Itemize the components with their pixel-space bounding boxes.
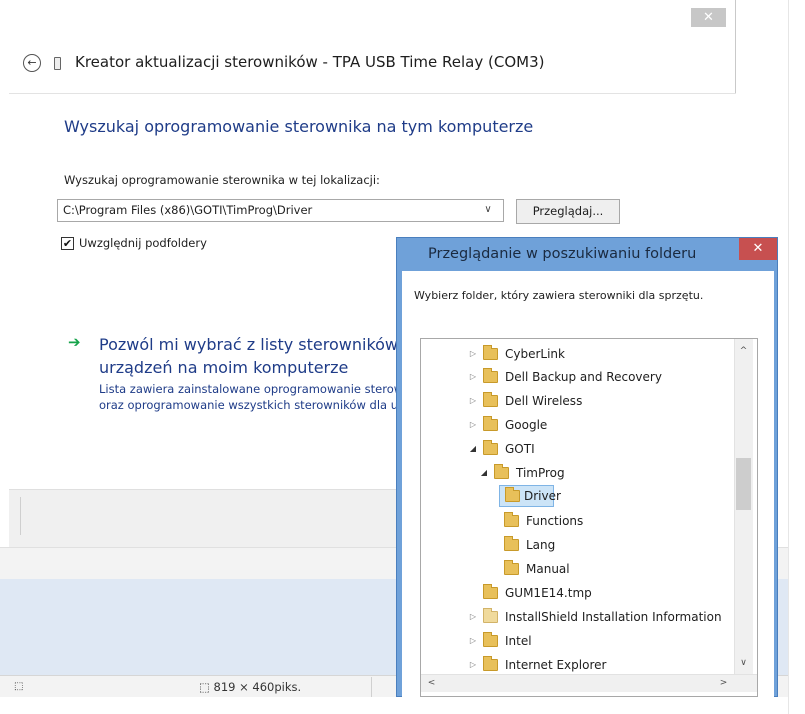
tree-item-label: Lang bbox=[526, 538, 556, 552]
selection-icon: ⬚ bbox=[14, 681, 24, 692]
folder-icon bbox=[483, 392, 498, 407]
tree-item-label: Internet Explorer bbox=[505, 658, 607, 672]
tree-item-gum1e14[interactable]: GUM1E14.tmp bbox=[421, 582, 736, 604]
description-line-1: Lista zawiera zainstalowane oprogramowan… bbox=[99, 382, 399, 396]
folder-icon bbox=[483, 440, 498, 455]
tree-item-intel[interactable]: ▷ Intel bbox=[421, 630, 736, 652]
image-size-readout: ⬚ 819 × 460piks. bbox=[199, 680, 302, 694]
tree-item-label: GUM1E14.tmp bbox=[505, 586, 592, 600]
chevron-down-icon[interactable]: ∨ bbox=[482, 204, 494, 216]
tree-item-timprog[interactable]: ◢ TimProg bbox=[421, 462, 736, 484]
folder-tree[interactable]: ▷ CyberLink ▷ Dell Backup and Recovery ▷… bbox=[420, 338, 758, 697]
folder-icon bbox=[504, 512, 519, 527]
tree-item-driver[interactable]: Driver bbox=[499, 485, 561, 507]
folder-icon bbox=[504, 560, 519, 575]
folder-icon bbox=[483, 632, 498, 647]
location-label: Wyszukaj oprogramowanie sterownika w tej… bbox=[64, 173, 380, 187]
tree-item-dell-wireless[interactable]: ▷ Dell Wireless bbox=[421, 390, 736, 412]
scroll-right-arrow-icon[interactable]: > bbox=[716, 676, 731, 690]
folder-icon bbox=[483, 656, 498, 671]
tree-item-manual[interactable]: Manual bbox=[421, 558, 736, 580]
expand-arrow-icon[interactable]: ▷ bbox=[468, 390, 478, 412]
choose-from-list-description: Lista zawiera zainstalowane oprogramowan… bbox=[99, 381, 399, 413]
tree-item-label: Dell Wireless bbox=[505, 394, 583, 408]
tree-item-label: Google bbox=[505, 418, 548, 432]
folder-icon bbox=[483, 584, 498, 599]
wizard-heading: Wyszukaj oprogramowanie sterownika na ty… bbox=[64, 117, 534, 136]
green-arrow-icon: ➔ bbox=[68, 333, 81, 351]
footer-divider bbox=[20, 497, 21, 535]
tree-item-google[interactable]: ▷ Google bbox=[421, 414, 736, 436]
back-arrow-icon[interactable]: ← bbox=[23, 54, 41, 72]
tree-item-internet-explorer[interactable]: ▷ Internet Explorer bbox=[421, 654, 736, 676]
status-divider bbox=[371, 677, 372, 697]
folder-icon bbox=[483, 345, 498, 360]
folder-icon bbox=[483, 416, 498, 431]
collapse-arrow-icon[interactable]: ◢ bbox=[479, 462, 489, 484]
expand-arrow-icon[interactable]: ▷ bbox=[468, 606, 478, 628]
tree-item-cyberlink[interactable]: ▷ CyberLink bbox=[421, 343, 736, 365]
usb-device-icon bbox=[54, 57, 61, 70]
expand-arrow-icon[interactable]: ▷ bbox=[468, 654, 478, 676]
tree-item-label: Manual bbox=[526, 562, 570, 576]
scroll-down-arrow-icon[interactable]: ∨ bbox=[736, 656, 751, 670]
include-subfolders-label[interactable]: Uwzględnij podfoldery bbox=[79, 236, 207, 250]
tree-item-label: Driver bbox=[524, 489, 561, 503]
wizard-close-button[interactable]: ✕ bbox=[691, 8, 726, 27]
scroll-up-arrow-icon[interactable]: ^ bbox=[736, 344, 751, 358]
expand-arrow-icon[interactable]: ▷ bbox=[468, 414, 478, 436]
tree-item-label: GOTI bbox=[505, 442, 535, 456]
wizard-title: Kreator aktualizacji sterowników - TPA U… bbox=[75, 53, 545, 71]
tree-item-label: Intel bbox=[505, 634, 532, 648]
description-line-2: oraz oprogramowanie wszystkich sterownik… bbox=[99, 398, 399, 412]
tree-item-label: CyberLink bbox=[505, 347, 565, 361]
dialog-description: Wybierz folder, który zawiera sterowniki… bbox=[414, 289, 704, 302]
expand-arrow-icon[interactable]: ▷ bbox=[468, 366, 478, 388]
expand-arrow-icon[interactable]: ▷ bbox=[468, 343, 478, 365]
horizontal-scrollbar[interactable] bbox=[421, 674, 757, 692]
expand-arrow-icon[interactable]: ▷ bbox=[468, 630, 478, 652]
choose-from-list-link[interactable]: Pozwól mi wybrać z listy sterowników urz… bbox=[99, 333, 399, 379]
folder-icon bbox=[483, 368, 498, 383]
open-folder-icon bbox=[505, 487, 520, 502]
tree-item-installshield[interactable]: ▷ InstallShield Installation Information bbox=[421, 606, 736, 628]
tree-item-label: Functions bbox=[526, 514, 584, 528]
dialog-close-button[interactable]: ✕ bbox=[739, 238, 777, 260]
tree-item-goti[interactable]: ◢ GOTI bbox=[421, 438, 736, 460]
collapse-arrow-icon[interactable]: ◢ bbox=[468, 438, 478, 460]
vertical-scroll-thumb[interactable] bbox=[736, 458, 751, 510]
tree-item-functions[interactable]: Functions bbox=[421, 510, 736, 532]
folder-icon bbox=[483, 608, 498, 623]
dialog-title: Przeglądanie w poszukiwaniu folderu bbox=[428, 246, 697, 262]
tree-item-label: Dell Backup and Recovery bbox=[505, 370, 662, 384]
driver-path-combobox[interactable]: C:\Program Files (x86)\GOTI\TimProg\Driv… bbox=[57, 199, 504, 222]
tree-item-dell-backup[interactable]: ▷ Dell Backup and Recovery bbox=[421, 366, 736, 388]
scroll-left-arrow-icon[interactable]: < bbox=[424, 676, 439, 690]
folder-icon bbox=[504, 536, 519, 551]
include-subfolders-checkbox[interactable]: ✔ bbox=[61, 237, 74, 250]
browse-button[interactable]: Przeglądaj... bbox=[516, 199, 620, 224]
tree-item-label: InstallShield Installation Information bbox=[505, 610, 722, 624]
tree-item-lang[interactable]: Lang bbox=[421, 534, 736, 556]
folder-icon bbox=[494, 464, 509, 479]
background-window-edge bbox=[788, 0, 805, 714]
tree-item-label: TimProg bbox=[516, 466, 565, 480]
